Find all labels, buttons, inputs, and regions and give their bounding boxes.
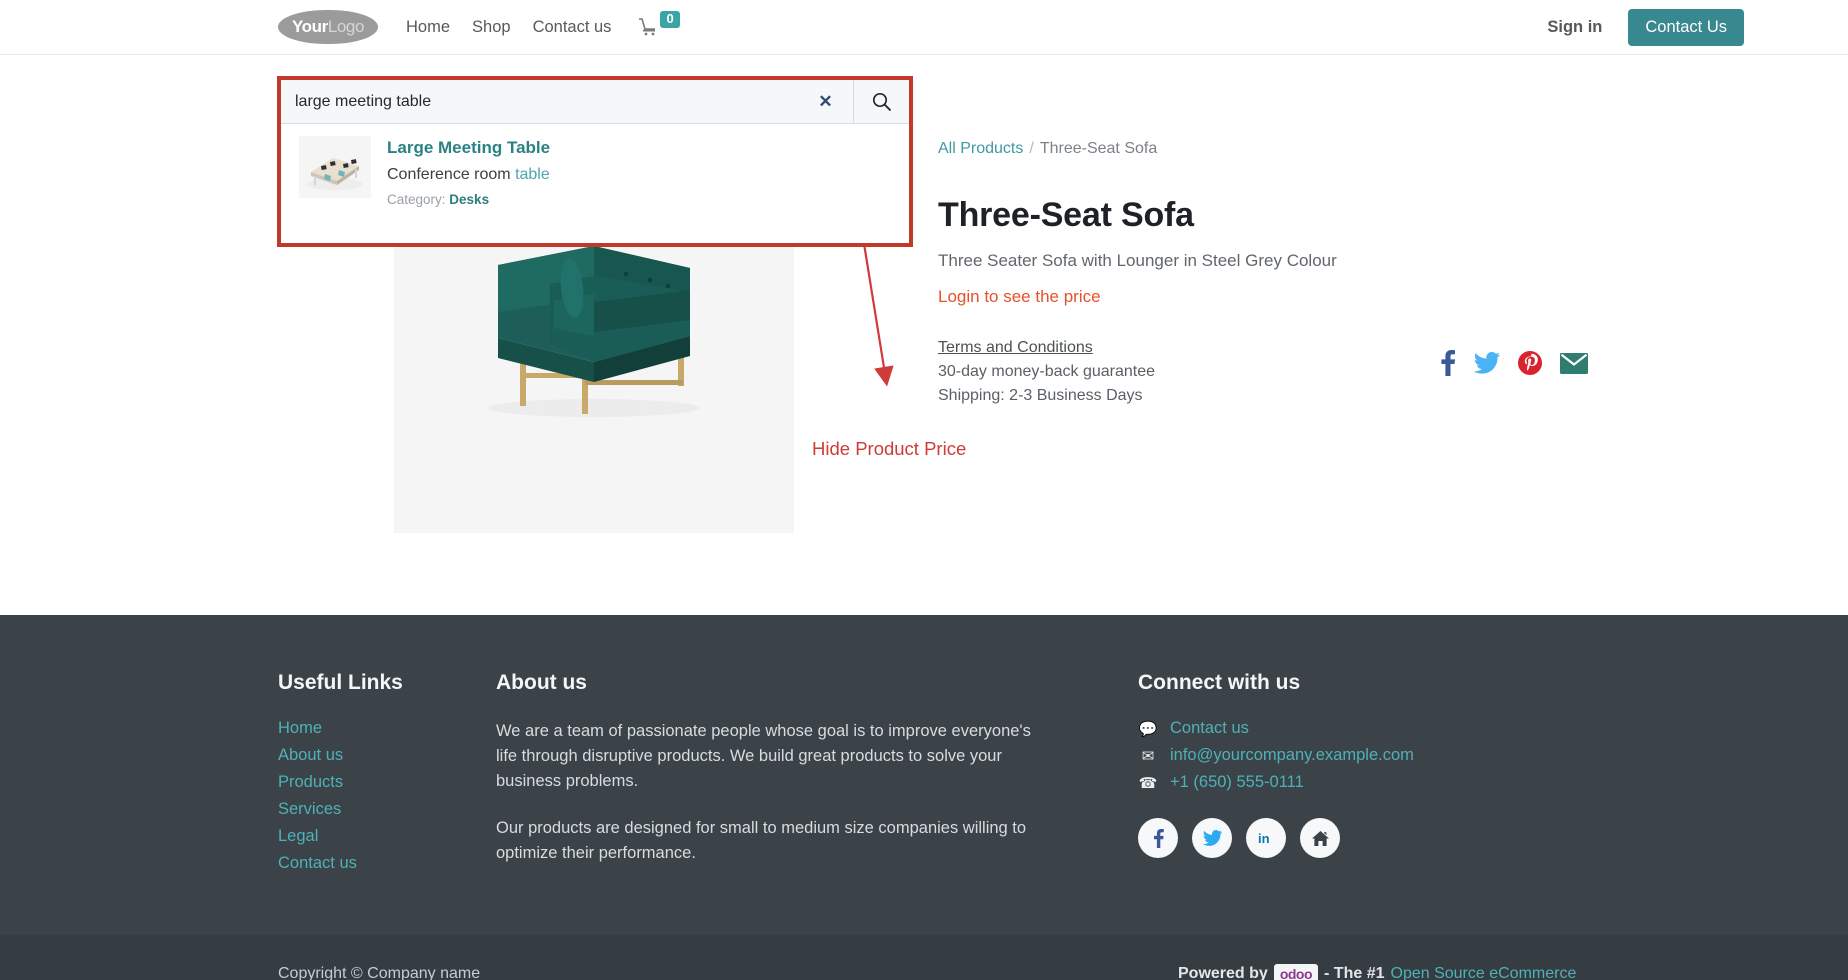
shopping-cart-icon — [639, 17, 659, 39]
footer-connect: Connect with us 💬 Contact us ✉ info@your… — [1138, 671, 1568, 888]
site-logo[interactable]: Your Logo — [278, 10, 378, 44]
svg-text:in: in — [1258, 831, 1270, 846]
the-number-one-label: - The #1 — [1324, 965, 1385, 980]
search-row: ✕ — [281, 80, 909, 124]
header-right-actions: Sign in Contact Us — [1547, 8, 1802, 46]
logo-text-bold: Your — [291, 17, 328, 36]
sofa-illustration — [489, 246, 699, 417]
breadcrumb: All Products / Three-Seat Sofa — [938, 140, 1638, 158]
footer-useful-links-heading: Useful Links — [278, 671, 403, 694]
search-panel: ✕ — [277, 76, 913, 247]
sign-in-link[interactable]: Sign in — [1547, 18, 1602, 37]
footer-link-contact-us[interactable]: Contact us — [278, 854, 496, 873]
logo-text-light: Logo — [327, 17, 365, 36]
footer-connect-heading: Connect with us — [1138, 671, 1301, 694]
footer-columns: Useful Links Home About us Products Serv… — [0, 671, 1848, 888]
footer-about-paragraph-1: We are a team of passionate people whose… — [496, 722, 1031, 791]
open-source-ecommerce-link[interactable]: Open Source eCommerce — [1391, 965, 1577, 980]
nav-item-contact-us[interactable]: Contact us — [533, 18, 612, 37]
category-label: Category: — [387, 192, 446, 207]
footer-contact-us-link[interactable]: Contact us — [1170, 719, 1249, 738]
product-detail: All Products / Three-Seat Sofa Three-Seat … — [938, 140, 1638, 411]
search-result-item[interactable]: Large Meeting Table Conference room tabl… — [281, 124, 909, 221]
cart-button[interactable]: 0 — [639, 10, 680, 39]
comment-icon: 💬 — [1138, 720, 1158, 738]
search-result-desc-highlight: table — [515, 166, 550, 183]
twitter-icon[interactable] — [1192, 818, 1232, 858]
powered-by-label: Powered by — [1178, 965, 1268, 980]
site-footer: Useful Links Home About us Products Serv… — [0, 615, 1848, 935]
product-image[interactable] — [394, 218, 794, 533]
search-icon — [872, 92, 892, 112]
search-result-desc-prefix: Conference room — [387, 166, 516, 183]
search-result-spacer — [281, 221, 909, 243]
breadcrumb-current: Three-Seat Sofa — [1039, 140, 1158, 157]
linkedin-icon[interactable]: in — [1246, 818, 1286, 858]
submit-search-button[interactable] — [854, 80, 909, 124]
product-subtitle: Three Seater Sofa with Lounger in Steel … — [938, 251, 1337, 270]
search-result-text: Large Meeting Table Conference room tabl… — [387, 136, 550, 207]
product-title: Three-Seat Sofa — [938, 196, 1194, 234]
cart-count-badge: 0 — [660, 10, 680, 29]
close-icon: ✕ — [818, 91, 833, 111]
annotation-label: Hide Product Price — [812, 438, 967, 459]
nav-item-shop[interactable]: Shop — [472, 18, 511, 37]
footer-phone-row: ☎ +1 (650) 555-0111 — [1138, 773, 1568, 792]
main-nav: Home Shop Contact us — [406, 18, 611, 37]
footer-email-link[interactable]: info@yourcompany.example.com — [1170, 746, 1414, 765]
contact-us-button[interactable]: Contact Us — [1628, 8, 1744, 46]
footer-useful-links: Useful Links Home About us Products Serv… — [278, 671, 496, 888]
powered-by: Powered by odoo - The #1 Open Source eCo… — [1178, 964, 1576, 980]
copyright-text: Copyright © Company name — [278, 965, 481, 980]
search-input[interactable] — [281, 80, 798, 124]
search-result-title[interactable]: Large Meeting Table — [387, 138, 550, 158]
odoo-logo[interactable]: odoo — [1273, 964, 1319, 980]
footer-link-products[interactable]: Products — [278, 773, 496, 792]
home-icon[interactable] — [1300, 818, 1340, 858]
breadcrumb-all-products[interactable]: All Products — [938, 140, 1023, 157]
footer-link-services[interactable]: Services — [278, 800, 496, 819]
site-header: Your Logo Home Shop Contact us 0 Sign in … — [0, 0, 1848, 55]
clear-search-button[interactable]: ✕ — [798, 80, 854, 124]
category-value[interactable]: Desks — [449, 192, 489, 207]
email-share-icon[interactable] — [1560, 352, 1588, 374]
shipping-line: Shipping: 2-3 Business Days — [938, 387, 1143, 404]
facebook-share-icon[interactable] — [1440, 350, 1456, 376]
footer-contact-row: 💬 Contact us — [1138, 719, 1568, 738]
phone-icon: ☎ — [1138, 774, 1158, 792]
product-price-message: Login to see the price — [938, 287, 1101, 306]
facebook-icon[interactable] — [1138, 818, 1178, 858]
pinterest-share-icon[interactable] — [1518, 351, 1542, 375]
footer-about-heading: About us — [496, 671, 587, 694]
footer-link-about-us[interactable]: About us — [278, 746, 496, 765]
page-root: Your Logo Home Shop Contact us 0 Sign in … — [0, 0, 1848, 980]
footer-phone-link[interactable]: +1 (650) 555-0111 — [1170, 773, 1304, 792]
footer-social-buttons: in — [1138, 818, 1568, 858]
twitter-share-icon[interactable] — [1474, 352, 1500, 374]
search-result-category: Category: Desks — [387, 192, 550, 207]
footer-about: About us We are a team of passionate peo… — [496, 671, 1056, 888]
nav-item-home[interactable]: Home — [406, 18, 450, 37]
search-result-description: Conference room table — [387, 166, 550, 184]
meeting-table-thumbnail — [299, 136, 371, 198]
social-share-bar — [1440, 350, 1588, 376]
footer-link-legal[interactable]: Legal — [278, 827, 496, 846]
footer-link-home[interactable]: Home — [278, 719, 496, 738]
footer-email-row: ✉ info@yourcompany.example.com — [1138, 746, 1568, 765]
breadcrumb-separator: / — [1029, 140, 1034, 157]
envelope-icon: ✉ — [1141, 747, 1155, 765]
footer-copyright-bar: Copyright © Company name Powered by odoo… — [0, 935, 1848, 980]
footer-about-paragraph-2: Our products are designed for small to m… — [496, 819, 1027, 863]
